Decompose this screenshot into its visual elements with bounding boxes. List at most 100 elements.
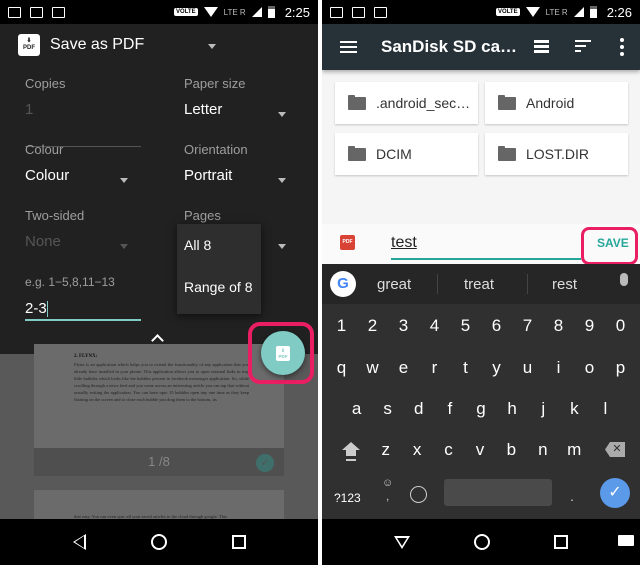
colour-value[interactable]: Colour (25, 167, 69, 184)
paper-size-field[interactable]: Paper size Letter (184, 76, 245, 118)
key[interactable]: o (574, 358, 605, 378)
key[interactable]: e (388, 358, 419, 378)
home-icon[interactable] (474, 534, 490, 550)
folder-icon (348, 94, 366, 110)
pages-dropdown-icon[interactable] (278, 244, 286, 249)
key[interactable]: i (543, 358, 574, 378)
page-selected-check-icon[interactable]: ✓ (256, 454, 274, 472)
paper-size-value[interactable]: Letter (184, 101, 245, 118)
gmail-icon (330, 6, 343, 18)
list-view-icon[interactable] (534, 40, 549, 53)
key[interactable]: d (403, 399, 434, 419)
key[interactable]: l (590, 399, 621, 419)
pages-option-range[interactable]: Range of 8 (177, 266, 261, 308)
keyboard-switch-icon[interactable] (618, 535, 634, 546)
done-key[interactable]: ✓ (600, 478, 630, 508)
pages-option-all[interactable]: All 8 (177, 224, 261, 266)
key[interactable]: 0 (605, 316, 636, 336)
two-sided-dropdown-icon[interactable] (120, 244, 128, 249)
orientation-value[interactable]: Portrait (184, 167, 248, 184)
key[interactable]: g (465, 399, 496, 419)
key[interactable]: v (464, 440, 495, 460)
printer-name: Save as PDF (50, 36, 145, 53)
suggestion[interactable]: great (377, 276, 411, 293)
key[interactable]: 3 (388, 316, 419, 336)
back-icon[interactable] (72, 534, 86, 550)
folder-item[interactable]: DCIM (335, 133, 478, 175)
symbols-key[interactable]: ?123 (334, 491, 361, 505)
menu-icon[interactable] (340, 41, 357, 53)
colour-field[interactable]: Colour Colour (25, 142, 69, 184)
key[interactable]: 6 (481, 316, 512, 336)
key[interactable]: 9 (574, 316, 605, 336)
filename-input[interactable]: test (391, 234, 417, 252)
google-icon[interactable]: G (330, 271, 356, 297)
key[interactable]: 4 (419, 316, 450, 336)
folder-item[interactable]: Android (485, 82, 628, 124)
gmail-icon (8, 6, 21, 18)
copies-field[interactable]: Copies 1 (25, 76, 65, 118)
suggestion-strip: G great treat rest (322, 264, 640, 304)
colour-dropdown-icon[interactable] (120, 178, 128, 183)
lte-label: LTE R (223, 7, 246, 17)
recents-icon[interactable] (231, 535, 246, 549)
orientation-field[interactable]: Orientation Portrait (184, 142, 248, 184)
key[interactable]: 7 (512, 316, 543, 336)
folder-item[interactable]: LOST.DIR (485, 133, 628, 175)
space-key[interactable] (444, 479, 552, 506)
page-range-input[interactable]: 2-3 (25, 300, 141, 322)
back-icon[interactable] (394, 535, 410, 549)
printer-dropdown-icon[interactable] (208, 44, 216, 49)
key[interactable]: b (496, 440, 527, 460)
suggestion[interactable]: treat (464, 276, 494, 293)
microphone-icon[interactable] (620, 273, 628, 286)
key[interactable]: y (481, 358, 512, 378)
battery-icon (589, 6, 597, 18)
key[interactable]: r (419, 358, 450, 378)
comma-emoji-key[interactable]: ☺, (382, 476, 393, 504)
number-row: 1234567890 (322, 316, 640, 336)
key[interactable]: s (372, 399, 403, 419)
shift-key[interactable] (342, 442, 360, 450)
folder-name: LOST.DIR (526, 146, 590, 162)
pages-field[interactable]: Pages (184, 208, 221, 223)
two-sided-value[interactable]: None (25, 233, 84, 250)
key[interactable]: f (434, 399, 465, 419)
orientation-dropdown-icon[interactable] (278, 178, 286, 183)
key[interactable]: j (528, 399, 559, 419)
key[interactable]: 8 (543, 316, 574, 336)
printer-selector[interactable]: ⬇ PDF Save as PDF (18, 34, 144, 56)
key[interactable]: h (497, 399, 528, 419)
key[interactable]: 1 (326, 316, 357, 336)
sort-icon[interactable] (575, 40, 591, 52)
recents-icon[interactable] (554, 535, 568, 549)
paper-size-dropdown-icon[interactable] (278, 112, 286, 117)
home-icon[interactable] (150, 534, 167, 550)
key[interactable]: k (559, 399, 590, 419)
language-globe-icon[interactable] (410, 486, 427, 503)
key[interactable]: p (605, 358, 636, 378)
page-indicator-bar: 1 /8 ✓ (34, 448, 284, 476)
preview-page-1[interactable]: 2. FLYNX: Flynx is an application which … (34, 344, 284, 448)
key[interactable]: u (512, 358, 543, 378)
key[interactable]: t (450, 358, 481, 378)
key[interactable]: q (326, 358, 357, 378)
key[interactable]: m (559, 440, 590, 460)
key[interactable]: x (401, 440, 432, 460)
key[interactable]: w (357, 358, 388, 378)
folder-item[interactable]: .android_sec… (335, 82, 478, 124)
save-button[interactable]: SAVE (597, 236, 629, 250)
key[interactable]: z (370, 440, 401, 460)
pages-label: Pages (184, 208, 221, 223)
copies-input[interactable]: 1 (25, 101, 65, 118)
key[interactable]: c (433, 440, 464, 460)
key[interactable]: a (341, 399, 372, 419)
key[interactable]: 2 (357, 316, 388, 336)
more-options-icon[interactable] (620, 38, 624, 56)
key[interactable]: 5 (450, 316, 481, 336)
period-key[interactable]: . (570, 488, 574, 504)
key[interactable]: n (527, 440, 558, 460)
suggestion[interactable]: rest (552, 276, 577, 293)
two-sided-field[interactable]: Two-sided None (25, 208, 84, 250)
download-pdf-button[interactable]: ⬇ PDF (261, 331, 305, 375)
